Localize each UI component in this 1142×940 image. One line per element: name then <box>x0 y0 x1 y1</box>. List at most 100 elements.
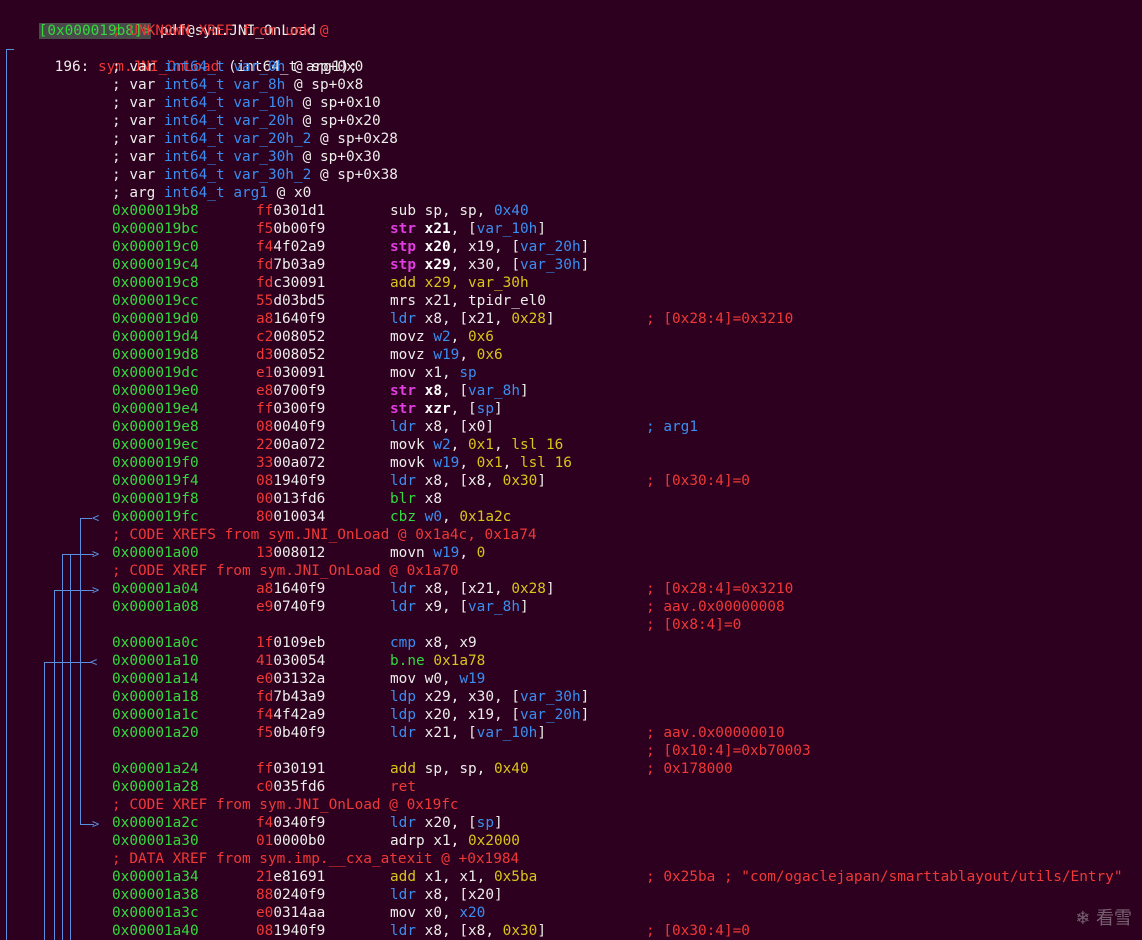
instruction-address: 0x000019d4 <box>112 329 199 345</box>
instruction-row[interactable]: 0x000019d0 a81640f9 ldr x8, [x21, 0x28] ; [… <box>0 310 1142 328</box>
instruction-row[interactable]: 0x000019d8 d3008052 movz w19, 0x6 <box>0 346 1142 364</box>
operand: sp <box>459 365 477 381</box>
instruction-row[interactable]: 0x000019c4 fd7b03a9 stp x29, x30, [var_30h… <box>0 256 1142 274</box>
variable-type: int64_t <box>163 95 225 111</box>
instruction-row[interactable]: 0x000019e4 ff0300f9 str xzr, [sp] <box>0 400 1142 418</box>
instruction-row[interactable]: 0x000019b8 ff0301d1 sub sp, sp, 0x40 <box>0 202 1142 220</box>
instruction-row[interactable]: 0x000019c0 f44f02a9 stp x20, x19, [var_20h… <box>0 238 1142 256</box>
instruction-row[interactable]: 0x000019f0 3300a072 movk w19, 0x1, lsl 16 <box>0 454 1142 472</box>
instruction-bytes: ff0301d1 <box>256 202 325 220</box>
instruction-row[interactable]: 0x00001a40 081940f9 ldr x8, [x8, 0x30] ; [0… <box>0 922 1142 940</box>
arrow-head: > <box>92 547 100 561</box>
variable-type: int64_t <box>163 59 225 75</box>
instruction-row[interactable]: 0x000019ec 2200a072 movk w2, 0x1, lsl 16 <box>0 436 1142 454</box>
instruction-row[interactable]: 0x00001a38 880240f9 ldr x8, [x20] <box>0 886 1142 904</box>
operand: lsl 16 <box>511 437 564 453</box>
instruction-row[interactable]: 0x000019f8 00013fd6 blr x8 <box>0 490 1142 508</box>
instruction-bytes: c2008052 <box>256 328 325 346</box>
instruction-row[interactable]: 0x000019cc 55d03bd5 mrs x21, tpidr_el0 <box>0 292 1142 310</box>
bytes-rest: 008012 <box>273 545 326 561</box>
instruction-row[interactable]: 0x00001a3c e00314aa mov x0, x20 <box>0 904 1142 922</box>
mnemonic: str <box>390 221 416 237</box>
prompt-line: [0x000019b8]> pdf@sym.JNI_OnLoad <box>4 4 316 39</box>
instruction-bytes: 00013fd6 <box>256 490 325 508</box>
instruction-bytes: 081940f9 <box>256 922 325 940</box>
bytes-high: e0 <box>256 671 274 687</box>
instruction-bytes: 21e81691 <box>256 868 325 886</box>
instruction-row[interactable]: 0x00001a20 f50b40f9 ldr x21, [var_10h] ; aa… <box>0 724 1142 742</box>
instruction-row[interactable]: 0x000019dc e1030091 mov x1, sp <box>0 364 1142 382</box>
operand: x1, x1, <box>424 869 494 885</box>
instruction-row[interactable]: 0x00001a08 e90740f9 ldr x9, [var_8h] ; aav.… <box>0 598 1142 616</box>
instruction-row[interactable]: 0x00001a18 fd7b43a9 ldp x29, x30, [var_30h… <box>0 688 1142 706</box>
bytes-rest: e81691 <box>273 869 326 885</box>
instruction-address: 0x00001a20 <box>112 725 199 741</box>
bytes-high: e9 <box>256 599 274 615</box>
instruction-address: 0x00001a1c <box>112 707 199 723</box>
instruction-address: 0x00001a2c <box>112 815 199 831</box>
instruction-row[interactable]: 0x00001a1c f44f42a9 ldp x20, x19, [var_20h… <box>0 706 1142 724</box>
operand: ] <box>519 599 529 615</box>
operand: w19 <box>433 545 460 561</box>
instruction-row[interactable]: 0x00001a10 41030054 b.ne 0x1a78 <box>0 652 1142 670</box>
mnemonic: ldp <box>390 707 416 723</box>
instruction-text: blr x8 <box>390 490 442 508</box>
instruction-address: 0x000019d8 <box>112 347 199 363</box>
operand: , [ <box>442 383 468 399</box>
bytes-high: 1f <box>256 635 274 651</box>
instruction-row[interactable]: 0x000019d4 c2008052 movz w2, 0x6 <box>0 328 1142 346</box>
instruction-bytes: 080040f9 <box>256 418 325 436</box>
variable-name: var_30h_2 <box>233 167 312 183</box>
mnemonic: mov <box>390 905 416 921</box>
instruction-bytes: c0035fd6 <box>256 778 325 796</box>
bytes-high: f4 <box>256 707 274 723</box>
instruction-row[interactable]: 0x000019c8 fdc30091 add x29, var_30h <box>0 274 1142 292</box>
instruction-address: 0x00001a04 <box>112 581 199 597</box>
variable-t: ; arg <box>112 185 164 201</box>
operand: x1, <box>424 365 460 381</box>
instruction-row[interactable]: 0x00001a0c 1f0109eb cmp x8, x9 <box>0 634 1142 652</box>
instruction-comment: ; [0x30:4]=0 <box>646 923 750 939</box>
bytes-rest: 030054 <box>273 653 326 669</box>
instruction-text: cmp x8, x9 <box>390 634 477 652</box>
variable-name: var_10h <box>233 95 294 111</box>
terminal-window[interactable]: [0x000019b8]> pdf@sym.JNI_OnLoad ; UNKNO… <box>0 0 1142 940</box>
bytes-high: 00 <box>256 491 274 507</box>
instruction-row[interactable]: 0x00001a00 13008012 movn w19, 0 <box>0 544 1142 562</box>
instruction-row[interactable]: 0x00001a28 c0035fd6 ret <box>0 778 1142 796</box>
instruction-bytes: 1f0109eb <box>256 634 325 652</box>
bytes-rest: 1640f9 <box>273 581 326 597</box>
operand: var_10h <box>476 725 538 741</box>
instruction-row[interactable]: 0x000019e0 e80700f9 str x8, [var_8h] <box>0 382 1142 400</box>
mnemonic: ret <box>390 779 416 795</box>
operand: 0x28 <box>511 581 546 597</box>
instruction-address: 0x000019cc <box>112 293 199 309</box>
instruction-row[interactable]: 0x00001a24 ff030191 add sp, sp, 0x40 ; 0x17… <box>0 760 1142 778</box>
operand: x20 <box>459 905 486 921</box>
operand: 0x30 <box>502 473 538 489</box>
instruction-row[interactable]: 0x000019fc 80010034 cbz w0, 0x1a2c <box>0 508 1142 526</box>
instruction-row[interactable]: 0x000019bc f50b00f9 str x21, [var_10h] <box>0 220 1142 238</box>
instruction-bytes: 55d03bd5 <box>256 292 325 310</box>
operand: ] <box>493 815 503 831</box>
mnemonic: movk <box>390 437 425 453</box>
instruction-row[interactable]: 0x00001a30 010000b0 adrp x1, 0x2000 <box>0 832 1142 850</box>
instruction-row[interactable]: 0x00001a34 21e81691 add x1, x1, 0x5ba ; 0x2… <box>0 868 1142 886</box>
operand: x20, [ <box>424 815 477 831</box>
instruction-row[interactable]: 0x00001a14 e003132a mov w0, w19 <box>0 670 1142 688</box>
mnemonic: ldr <box>390 419 416 435</box>
operand: 0x6 <box>476 347 503 363</box>
mnemonic: cbz <box>390 509 416 525</box>
bytes-rest: 0000b0 <box>273 833 326 849</box>
instruction-row[interactable]: 0x000019f4 081940f9 ldr x8, [x8, 0x30] ; [0… <box>0 472 1142 490</box>
instruction-bytes: a81640f9 <box>256 310 325 328</box>
operand: var_20h <box>519 239 581 255</box>
instruction-row[interactable]: 0x00001a2c f40340f9 ldr x20, [sp] <box>0 814 1142 832</box>
instruction-row[interactable]: 0x000019e8 080040f9 ldr x8, [x0] ; arg1 <box>0 418 1142 436</box>
instruction-row[interactable]: 0x00001a04 a81640f9 ldr x8, [x21, 0x28] ; [… <box>0 580 1142 598</box>
arrow-cbz-origin <box>80 518 92 519</box>
instruction-text: ldr x8, [x21, 0x28] <box>390 310 555 328</box>
bytes-rest: 7b43a9 <box>273 689 326 705</box>
bytes-rest: 0109eb <box>273 635 326 651</box>
operand: , x19, [ <box>450 239 520 255</box>
